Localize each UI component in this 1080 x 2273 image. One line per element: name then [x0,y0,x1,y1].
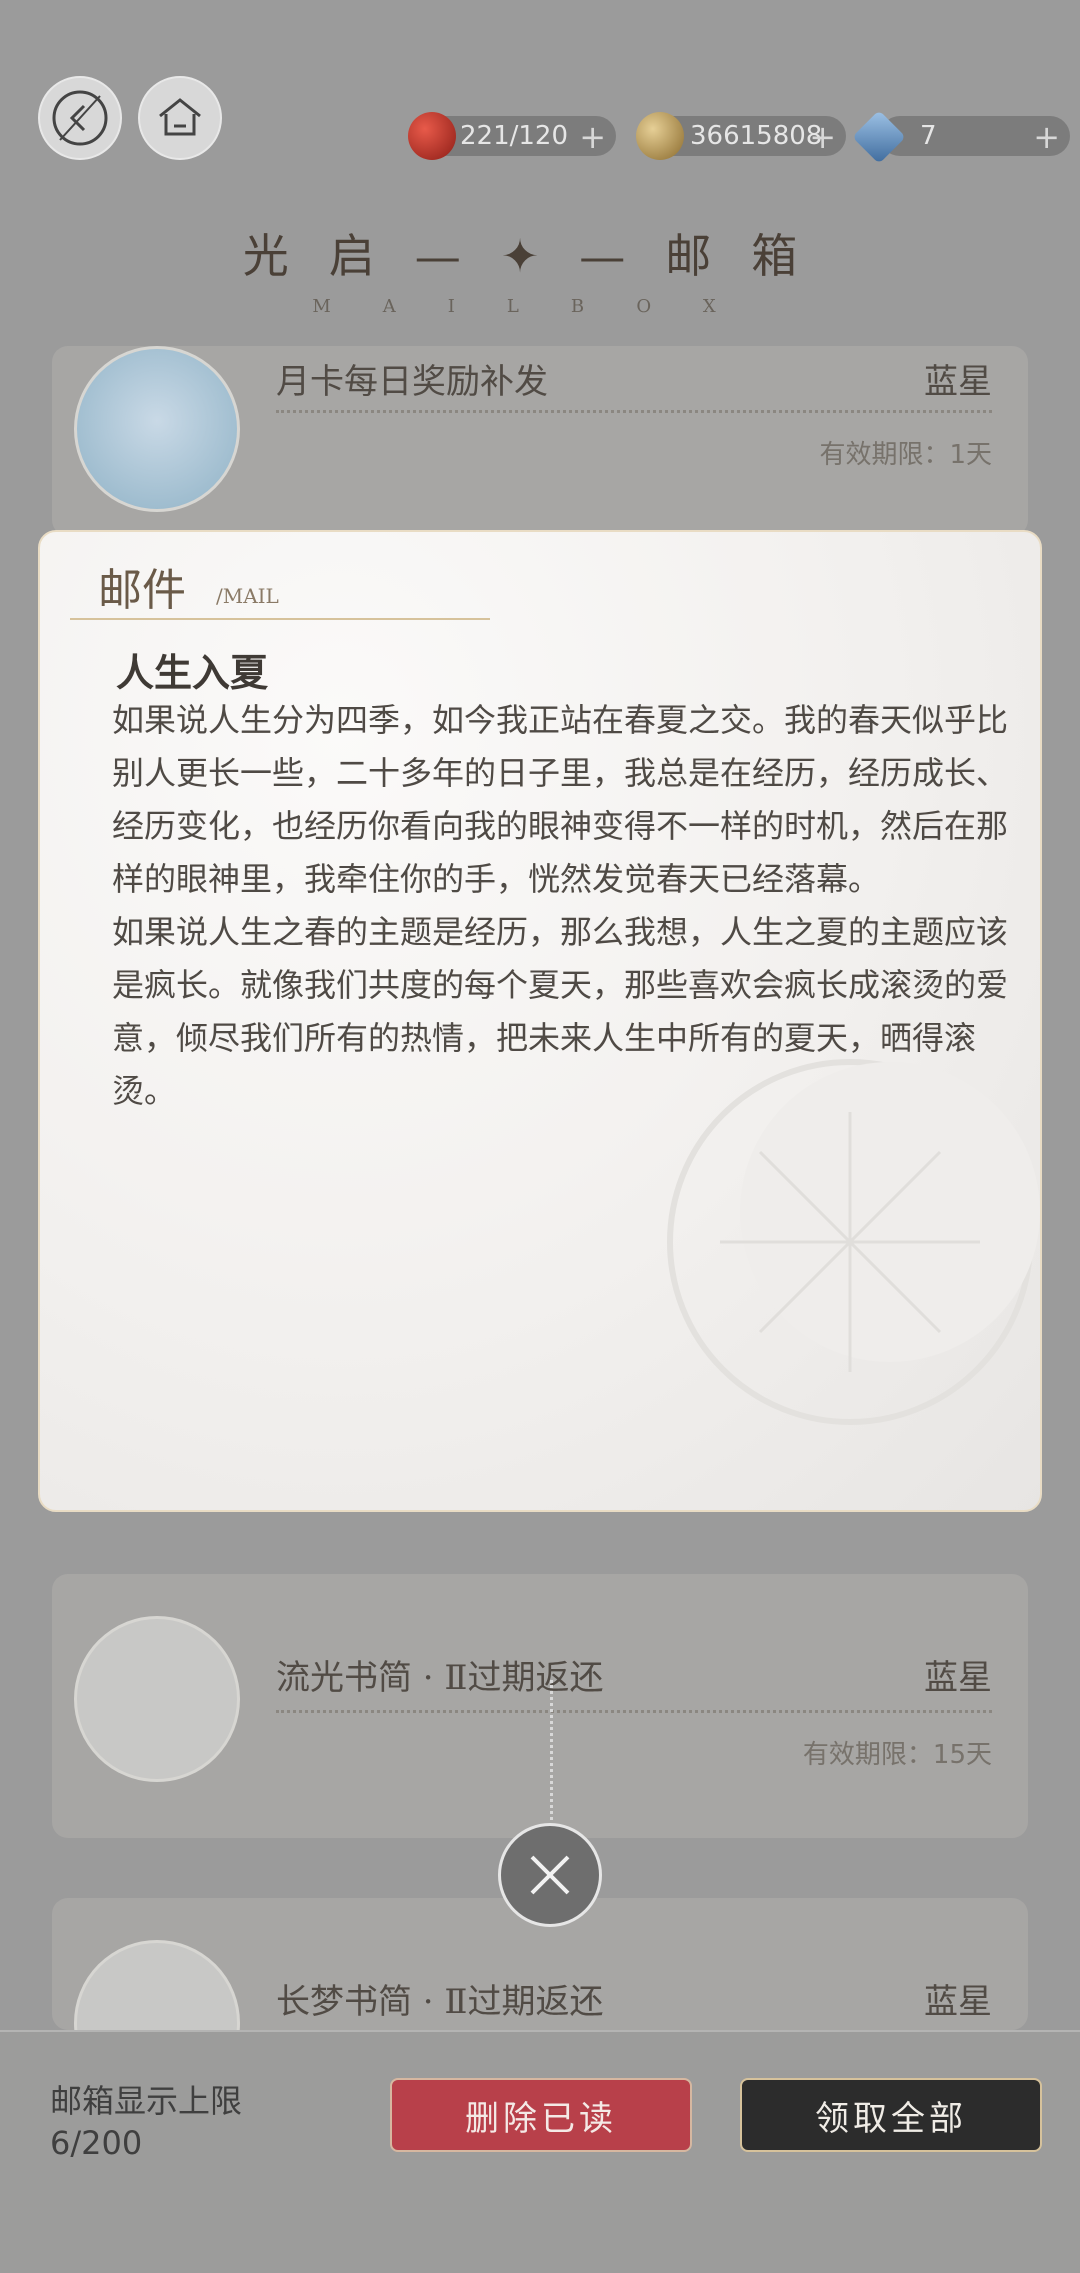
mail-section-label: 邮件 [98,565,186,616]
stamina-value: 221/120 [460,121,569,151]
mail-item-expire: 有效期限：1天 [819,440,992,470]
divider [70,618,490,620]
coin-icon [636,112,684,160]
mail-detail-panel: 邮件 /MAIL 人生入夏 如果说人生分为四季，如今我正站在春夏之交。我的春天似… [38,530,1042,1512]
mail-item-name: 月卡每日奖励补发 [276,362,548,402]
letter-card-icon [74,1940,240,2030]
home-button[interactable] [138,76,222,160]
coins-value: 36615808 [690,121,823,151]
page-subtitle: MAILBOX [312,296,768,317]
letter-card-icon [74,1616,240,1782]
back-button[interactable] [38,76,122,160]
gems-add-button[interactable]: + [1033,118,1060,156]
mail-item-sender: 蓝星 [924,1982,992,2022]
apple-icon [408,112,456,160]
mail-item-sender: 蓝星 [924,362,992,402]
mail-item-icon [74,346,240,512]
divider [276,410,992,413]
back-icon [52,90,108,146]
claim-all-button[interactable]: 领取全部 [740,2078,1042,2152]
coins-add-button[interactable]: + [809,118,836,156]
mail-item-sender: 蓝星 [924,1658,992,1698]
divider [550,1680,553,1820]
gems-pill: 7 + [880,116,1070,156]
stamina-add-button[interactable]: + [579,118,606,156]
mail-title: 人生入夏 [116,651,269,695]
page-title: 光启—✦—邮箱 [242,229,838,283]
close-button[interactable] [498,1823,602,1927]
mail-item-expire: 有效期限：15天 [802,1740,992,1770]
mail-section-sublabel: /MAIL [216,584,279,608]
mailbox-limit-label: 邮箱显示上限 [50,2082,243,2120]
close-icon [530,1855,570,1895]
mail-item-name: 流光书简 · Ⅱ过期返还 [276,1658,604,1698]
mail-body: 如果说人生分为四季，如今我正站在春夏之交。我的春天似乎比别人更长一些，二十多年的… [112,694,1012,1118]
home-icon [159,98,201,136]
mail-item-name: 长梦书简 · Ⅱ过期返还 [276,1982,604,2022]
mail-paragraph: 如果说人生之春的主题是经历，那么我想，人生之夏的主题应该是疯长。就像我们共度的每… [112,913,1009,1110]
divider [276,1710,992,1713]
mail-paragraph: 如果说人生分为四季，如今我正站在春夏之交。我的春天似乎比别人更长一些，二十多年的… [112,701,1009,898]
mailbox-limit-count: 6/200 [50,2124,143,2162]
mail-list-item[interactable]: 月卡每日奖励补发 蓝星 有效期限：1天 [52,346,1028,536]
mail-list-item[interactable]: 流光书简 · Ⅱ过期返还 蓝星 有效期限：15天 [52,1574,1028,1838]
delete-read-button[interactable]: 删除已读 [390,2078,692,2152]
gems-value: 7 [920,121,937,151]
